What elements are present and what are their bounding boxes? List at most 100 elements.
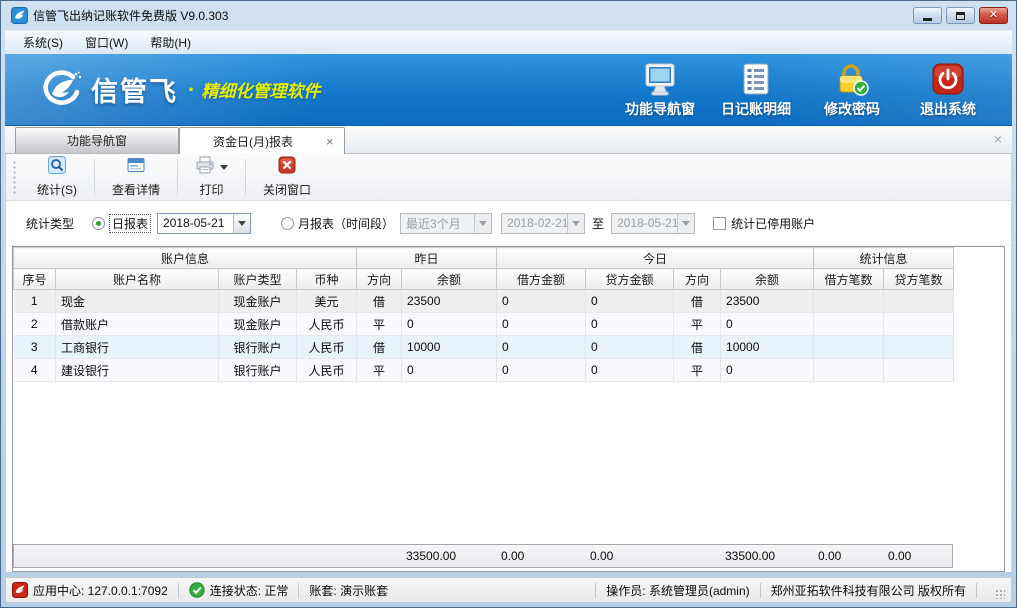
daily-report-label[interactable]: 日报表 [109, 214, 151, 233]
resize-grip[interactable] [995, 589, 1005, 599]
col-t-balance[interactable]: 余额 [721, 269, 814, 290]
table-row[interactable]: 3 工商银行 银行账户 人民币 借 10000 0 0 借 10000 [14, 336, 954, 359]
toolbar-button-label: 统计(S) [37, 181, 77, 198]
cell-t-credit: 0 [586, 336, 674, 359]
range-from-picker[interactable]: 2018-02-21 [501, 213, 585, 234]
menu-system[interactable]: 系统(S) [13, 31, 73, 54]
report-grid: 账户信息 昨日 今日 统计信息 序号 账户名称 账户类型 币种 方向 余额 借方… [12, 246, 1005, 572]
range-to-picker[interactable]: 2018-05-21 [611, 213, 695, 234]
cell-t-debit: 0 [497, 290, 586, 313]
exit-system-button[interactable]: 退出系统 [910, 60, 986, 119]
monthly-report-label[interactable]: 月报表（时间段） [298, 215, 394, 232]
cell-debit-count [814, 290, 884, 313]
col-account-name[interactable]: 账户名称 [56, 269, 219, 290]
connection-check-icon [189, 582, 205, 598]
table-row[interactable]: 1 现金 现金账户 美元 借 23500 0 0 借 23500 [14, 290, 954, 313]
cell-credit-count [884, 290, 954, 313]
cell-account-name: 借款账户 [56, 313, 219, 336]
titlebar: 信管飞出纳记账软件免费版 V9.0.303 ✕ [5, 1, 1012, 30]
header-group-row: 账户信息 昨日 今日 统计信息 [14, 248, 954, 269]
close-button[interactable]: ✕ [979, 7, 1008, 24]
content: 统计(S) 查看详情 [5, 154, 1012, 572]
col-y-balance[interactable]: 余额 [402, 269, 497, 290]
banner-action-label: 退出系统 [920, 99, 976, 119]
tab-nav-window[interactable]: 功能导航窗 [15, 127, 179, 153]
include-disabled-checkbox[interactable] [713, 217, 726, 230]
minimize-button[interactable] [913, 7, 942, 24]
summary-debit-count: 0.00 [813, 545, 883, 567]
change-password-button[interactable]: 修改密码 [814, 60, 890, 119]
status-separator [178, 583, 179, 598]
cell-currency: 美元 [297, 290, 357, 313]
cell-currency: 人民币 [297, 313, 357, 336]
summary-row: 33500.00 0.00 0.00 33500.00 0.00 0.00 [13, 544, 953, 568]
tabstrip: 功能导航窗 资金日(月)报表 × × [5, 126, 1012, 154]
table-row[interactable]: 2 借款账户 现金账户 人民币 平 0 0 0 平 0 [14, 313, 954, 336]
daily-report-radio[interactable] [92, 217, 105, 230]
col-currency[interactable]: 币种 [297, 269, 357, 290]
menubar: 系统(S) 窗口(W) 帮助(H) [5, 30, 1012, 54]
toolbar-grip[interactable] [12, 160, 17, 194]
range-preset-select[interactable]: 最近3个月 [400, 213, 492, 234]
daily-date-value: 2018-05-21 [158, 216, 233, 230]
monthly-report-radio[interactable] [281, 217, 294, 230]
col-t-credit[interactable]: 贷方金额 [586, 269, 674, 290]
range-preset-value: 最近3个月 [401, 215, 474, 232]
cell-t-credit: 0 [586, 290, 674, 313]
account-set-text: 账套: 演示账套 [309, 582, 388, 599]
tab-label: 功能导航窗 [67, 132, 127, 149]
operator-text: 操作员: 系统管理员(admin) [606, 582, 749, 599]
menu-window[interactable]: 窗口(W) [75, 31, 138, 54]
tab-fund-report[interactable]: 资金日(月)报表 × [179, 127, 345, 154]
print-button[interactable]: 打印 [181, 156, 242, 198]
cell-t-balance: 0 [721, 313, 814, 336]
cell-currency: 人民币 [297, 359, 357, 382]
toolbar-button-label: 查看详情 [112, 181, 160, 198]
cell-no: 2 [14, 313, 56, 336]
table-row[interactable]: 4 建设银行 银行账户 人民币 平 0 0 0 平 0 [14, 359, 954, 382]
journal-detail-button[interactable]: 日记账明细 [718, 60, 794, 119]
col-t-direction[interactable]: 方向 [674, 269, 721, 290]
close-icon: ✕ [989, 10, 998, 21]
header-row: 序号 账户名称 账户类型 币种 方向 余额 借方金额 贷方金额 方向 余额 借方… [14, 269, 954, 290]
daily-date-dropdown-icon[interactable] [233, 214, 250, 233]
status-separator [595, 583, 596, 598]
connection-text: 连接状态: 正常 [210, 582, 289, 599]
col-t-debit[interactable]: 借方金额 [497, 269, 586, 290]
stats-button[interactable]: 统计(S) [23, 156, 91, 198]
range-preset-dropdown-icon [474, 214, 491, 233]
cell-account-type: 银行账户 [219, 336, 297, 359]
col-debit-count[interactable]: 借方笔数 [814, 269, 884, 290]
banner-action-label: 日记账明细 [721, 99, 791, 119]
maximize-button[interactable] [946, 7, 975, 24]
col-credit-count[interactable]: 贷方笔数 [884, 269, 954, 290]
nav-window-button[interactable]: 功能导航窗 [622, 60, 698, 119]
cell-credit-count [884, 336, 954, 359]
app-center-logo-icon [12, 582, 28, 598]
cell-y-balance: 10000 [402, 336, 497, 359]
banner-actions: 功能导航窗 日记账明细 [622, 60, 986, 119]
daily-date-picker[interactable]: 2018-05-21 [157, 213, 251, 234]
tab-close-icon[interactable]: × [326, 135, 344, 148]
cell-t-debit: 0 [497, 336, 586, 359]
print-dropdown-icon[interactable] [220, 165, 228, 170]
status-separator [298, 583, 299, 598]
close-window-button[interactable]: 关闭窗口 [249, 156, 325, 198]
banner-action-label: 功能导航窗 [625, 99, 695, 119]
summary-t-credit: 0.00 [585, 545, 673, 567]
power-icon [931, 60, 965, 96]
copyright-text: 郑州亚拓软件科技有限公司 版权所有 [771, 582, 966, 599]
group-yesterday: 昨日 [357, 248, 497, 269]
include-disabled-label[interactable]: 统计已停用账户 [731, 215, 815, 232]
view-detail-button[interactable]: 查看详情 [98, 156, 174, 198]
summary-credit-count: 0.00 [883, 545, 952, 567]
tabstrip-close-icon[interactable]: × [994, 132, 1002, 146]
col-y-direction[interactable]: 方向 [357, 269, 402, 290]
monitor-icon [642, 60, 678, 96]
col-account-type[interactable]: 账户类型 [219, 269, 297, 290]
app-center-text: 应用中心: 127.0.0.1:7092 [33, 582, 168, 599]
printer-icon [195, 156, 215, 179]
col-no[interactable]: 序号 [14, 269, 56, 290]
cell-t-direction: 借 [674, 336, 721, 359]
menu-help[interactable]: 帮助(H) [140, 31, 201, 54]
